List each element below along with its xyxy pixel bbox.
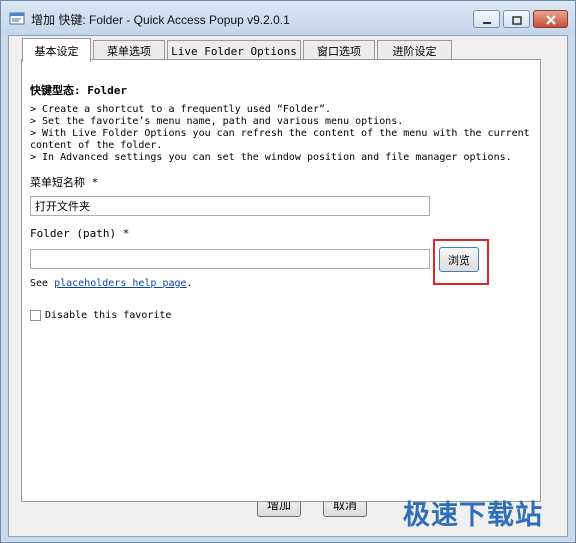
description-text: > Create a shortcut to a frequently used… — [30, 104, 536, 164]
hint-suffix: . — [186, 278, 193, 289]
tab-label: Live Folder Options — [171, 44, 297, 58]
dialog-client: 基本设定 菜单选项 Live Folder Options 窗口选项 进阶设定 … — [8, 35, 568, 537]
menu-name-label: 菜单短名称 * — [30, 176, 99, 189]
folder-path-label: Folder (path) * — [30, 227, 130, 240]
close-icon — [545, 10, 556, 29]
title-bar[interactable]: 增加 快键: Folder - Quick Access Popup v9.2.… — [1, 1, 575, 35]
description-line: > Set the favorite’s menu name, path and… — [30, 116, 404, 127]
app-icon — [9, 10, 25, 25]
tab-basic-settings[interactable]: 基本设定 — [22, 38, 91, 62]
disable-favorite-checkbox[interactable] — [30, 310, 41, 321]
description-line: > With Live Folder Options you can refre… — [30, 128, 530, 151]
shortcut-type-heading: 快键型态: Folder — [30, 84, 127, 97]
disable-favorite-label: Disable this favorite — [45, 310, 172, 321]
minimize-icon — [482, 10, 492, 29]
maximize-icon — [511, 10, 522, 29]
window-title: 增加 快键: Folder - Quick Access Popup v9.2.… — [31, 13, 290, 27]
tab-panel: 快键型态: Folder > Create a shortcut to a fr… — [21, 59, 541, 502]
tab-window-options[interactable]: 窗口选项 — [303, 40, 375, 61]
description-line: > In Advanced settings you can set the w… — [30, 152, 512, 163]
tab-label: 进阶设定 — [392, 45, 437, 58]
watermark-text: 极速下载站 — [403, 500, 543, 531]
disable-favorite-row[interactable]: Disable this favorite — [30, 310, 171, 321]
minimize-button[interactable] — [473, 10, 500, 28]
tab-label: 菜单选项 — [107, 45, 151, 58]
placeholders-hint: See placeholders help page. — [30, 278, 193, 289]
tab-advanced-settings[interactable]: 进阶设定 — [377, 40, 452, 61]
dialog-window: 增加 快键: Folder - Quick Access Popup v9.2.… — [0, 0, 576, 543]
menu-name-input[interactable] — [30, 196, 430, 216]
browse-button[interactable]: 浏览 — [439, 247, 479, 272]
tab-live-folder-options[interactable]: Live Folder Options — [167, 40, 301, 61]
folder-path-input[interactable] — [30, 249, 430, 269]
maximize-button[interactable] — [503, 10, 530, 28]
tab-label: 窗口选项 — [317, 45, 361, 58]
hint-prefix: See — [30, 278, 55, 289]
tab-label: 基本设定 — [34, 44, 79, 58]
description-line: > Create a shortcut to a frequently used… — [30, 104, 332, 115]
placeholders-help-link[interactable]: placeholders help page — [54, 278, 186, 289]
tab-menu-options[interactable]: 菜单选项 — [93, 40, 165, 61]
close-button[interactable] — [533, 10, 568, 28]
